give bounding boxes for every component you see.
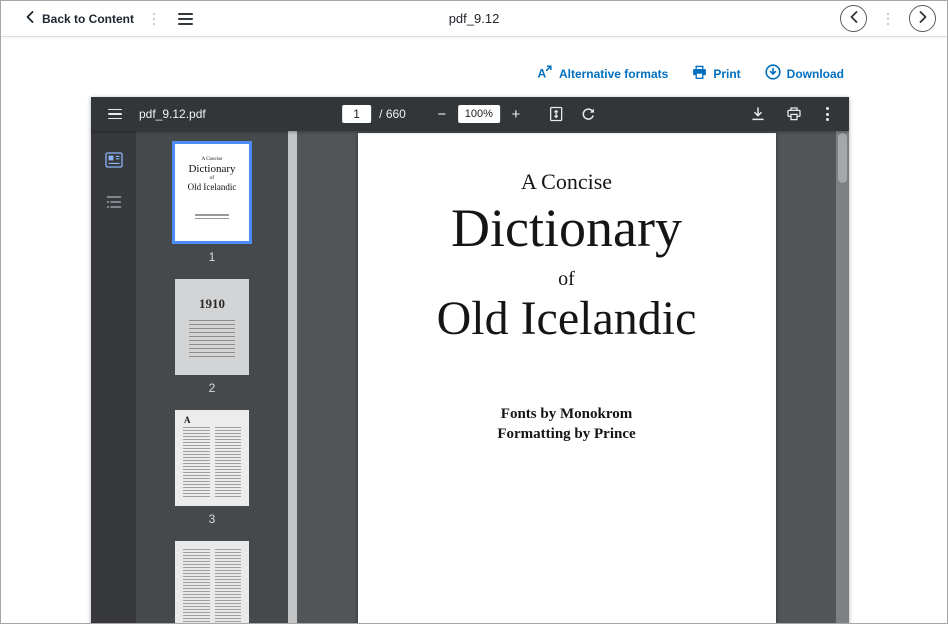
alternative-formats-icon: A bbox=[537, 64, 553, 83]
thumb3-text-columns bbox=[175, 427, 249, 499]
back-to-content-label: Back to Content bbox=[42, 12, 134, 26]
zoom-out-button[interactable]: − bbox=[432, 104, 452, 124]
thumbnail-page-2[interactable]: 1910 bbox=[175, 279, 249, 375]
page-title: pdf_9.12 bbox=[449, 11, 500, 26]
credit-fonts: Fonts by Monokrom bbox=[358, 405, 776, 425]
thumb2-text-lines bbox=[189, 320, 235, 358]
thumbnail-page-1[interactable]: A Concise Dictionary of Old Icelandic bbox=[172, 141, 252, 244]
document-actions: A Alternative formats Print bbox=[537, 64, 844, 83]
document-outline-icon[interactable] bbox=[103, 193, 125, 211]
thumbnail-label-1: 1 bbox=[209, 250, 216, 264]
sidebar-icon-strip bbox=[91, 131, 136, 624]
chevron-right-icon bbox=[919, 11, 927, 26]
download-label: Download bbox=[787, 67, 844, 81]
pdf-body: A Concise Dictionary of Old Icelandic 1 … bbox=[91, 131, 849, 624]
dotted-divider bbox=[887, 13, 889, 25]
scrollbar-thumb[interactable] bbox=[838, 133, 847, 183]
pdf-viewer: pdf_9.12.pdf / 660 − 100% + bbox=[91, 97, 849, 624]
menu-icon[interactable] bbox=[174, 9, 197, 29]
thumbnail-panel: A Concise Dictionary of Old Icelandic 1 … bbox=[136, 131, 297, 624]
thumbnail-label-3: 3 bbox=[209, 512, 216, 526]
fit-page-icon[interactable] bbox=[546, 104, 566, 124]
pdf-page-1: A Concise Dictionary of Old Icelandic Fo… bbox=[358, 133, 776, 624]
pdf-filename: pdf_9.12.pdf bbox=[139, 107, 206, 121]
zoom-level[interactable]: 100% bbox=[458, 105, 500, 123]
chevron-left-icon bbox=[26, 11, 34, 26]
document-view: A Concise Dictionary of Old Icelandic Fo… bbox=[297, 131, 836, 624]
chevron-left-icon bbox=[850, 11, 858, 26]
thumbnails-view-icon[interactable] bbox=[103, 151, 125, 169]
rotate-icon[interactable] bbox=[578, 104, 598, 124]
thumbnail-page-4[interactable] bbox=[175, 541, 249, 624]
pdf-toolbar: pdf_9.12.pdf / 660 − 100% + bbox=[91, 97, 849, 131]
thumbnail-page-3[interactable]: A bbox=[175, 410, 249, 506]
topic-navigation bbox=[840, 5, 936, 32]
dotted-divider bbox=[153, 13, 155, 25]
zoom-in-button[interactable]: + bbox=[506, 104, 526, 124]
thumb1-text: Dictionary bbox=[175, 163, 249, 175]
title-line-old-icelandic: Old Icelandic bbox=[358, 295, 776, 343]
more-options-icon[interactable] bbox=[820, 105, 835, 123]
download-icon bbox=[765, 64, 781, 83]
back-to-content-link[interactable]: Back to Content bbox=[26, 11, 134, 26]
alternative-formats-link[interactable]: A Alternative formats bbox=[537, 64, 668, 83]
thumb1-text: of bbox=[175, 176, 249, 181]
thumb4-text-columns bbox=[175, 541, 249, 624]
title-line-concise: A Concise bbox=[358, 133, 776, 195]
top-bar: Back to Content pdf_9.12 bbox=[1, 1, 947, 37]
download-link[interactable]: Download bbox=[765, 64, 844, 83]
page-total-label: / 660 bbox=[379, 107, 406, 121]
print-label: Print bbox=[713, 67, 740, 81]
thumb3-letter: A bbox=[184, 415, 249, 425]
thumbnail-panel-scrollbar[interactable] bbox=[288, 131, 297, 624]
print-icon bbox=[692, 65, 707, 83]
thumb1-text: A Concise bbox=[175, 157, 249, 162]
document-scrollbar[interactable] bbox=[836, 131, 849, 624]
next-topic-button[interactable] bbox=[909, 5, 936, 32]
thumb2-title: 1910 bbox=[175, 296, 249, 312]
previous-topic-button[interactable] bbox=[840, 5, 867, 32]
credit-formatting: Formatting by Prince bbox=[358, 425, 776, 445]
thumbnail-label-2: 2 bbox=[209, 381, 216, 395]
content-viewer-window: Back to Content pdf_9.12 A bbox=[0, 0, 948, 624]
title-line-of: of bbox=[358, 268, 776, 291]
thumb1-text: Old Icelandic bbox=[175, 182, 249, 192]
svg-text:A: A bbox=[537, 67, 546, 81]
sidebar-toggle-icon[interactable] bbox=[105, 106, 125, 123]
alternative-formats-label: Alternative formats bbox=[559, 67, 668, 81]
title-line-dictionary: Dictionary bbox=[358, 201, 776, 255]
thumb1-credit-lines bbox=[175, 214, 249, 219]
print-link[interactable]: Print bbox=[692, 65, 740, 83]
print-icon[interactable] bbox=[784, 104, 804, 124]
download-icon[interactable] bbox=[748, 104, 768, 124]
page-number-input[interactable] bbox=[342, 105, 371, 123]
